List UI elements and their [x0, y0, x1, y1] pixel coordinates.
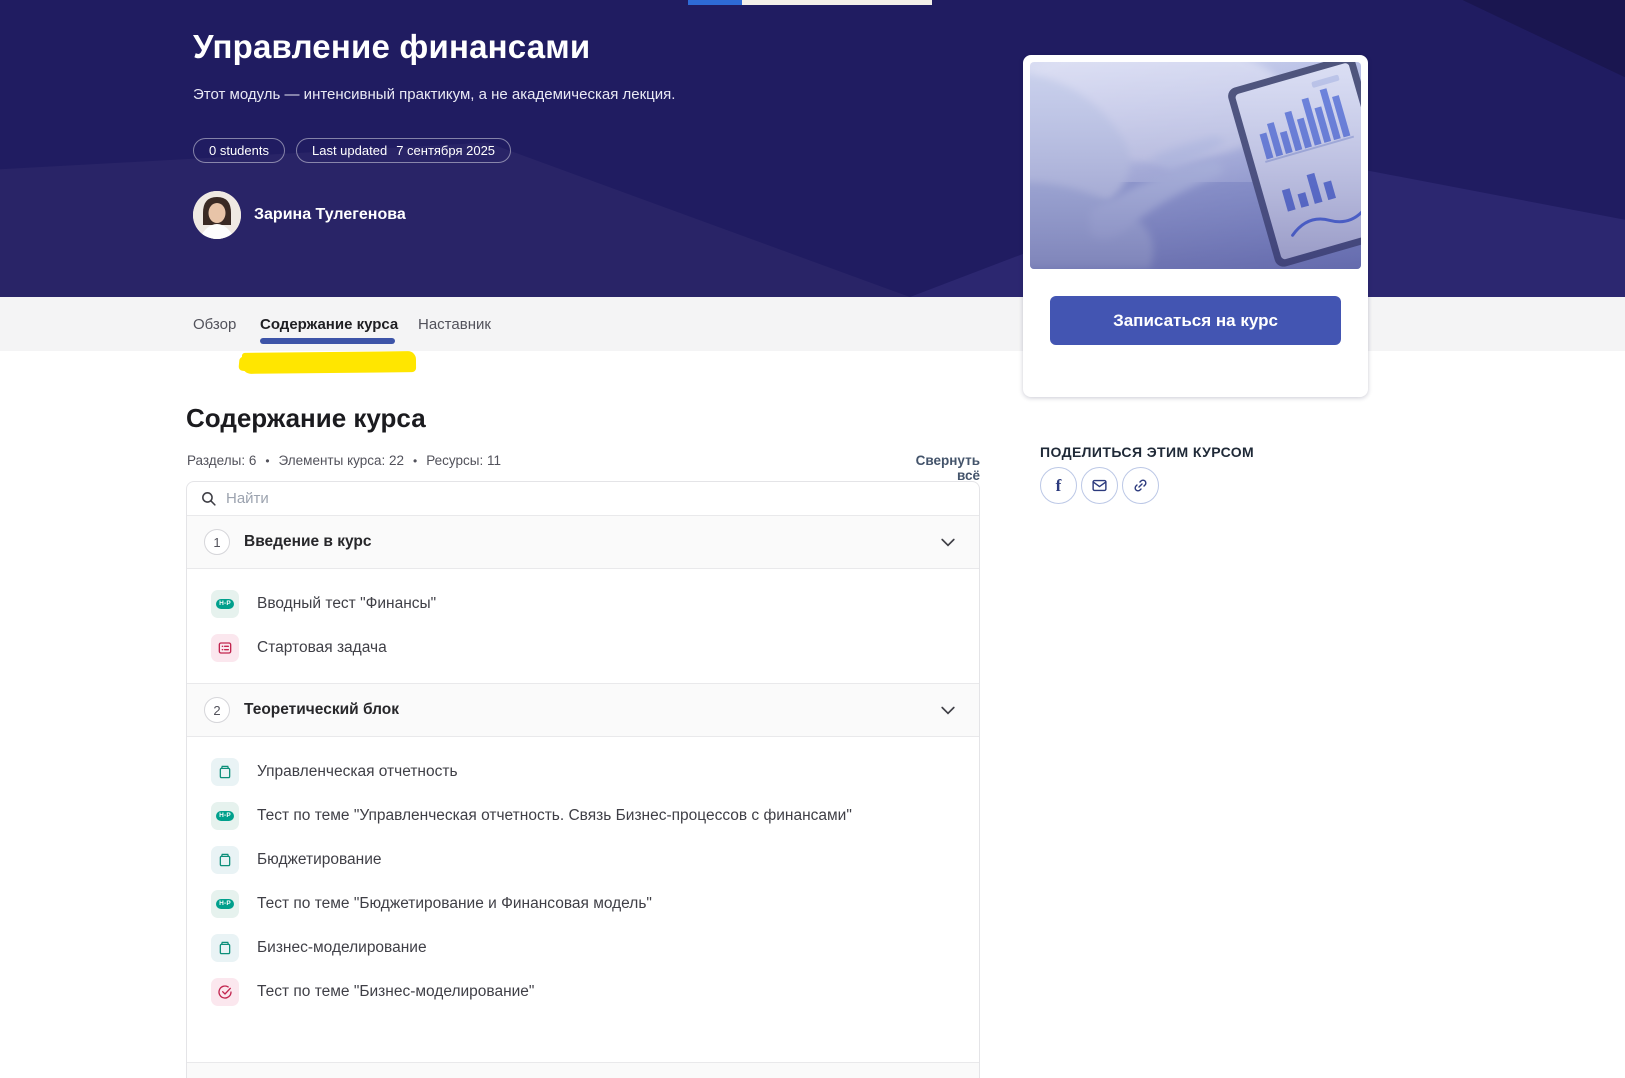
share-title: ПОДЕЛИТЬСЯ ЭТИМ КУРСОМ: [1040, 444, 1255, 460]
course-item[interactable]: Управленческая отчетность: [187, 750, 979, 794]
course-page: Управление финансами Этот модуль — интен…: [0, 0, 1625, 1078]
assignment-icon: [211, 634, 239, 662]
enroll-button[interactable]: Записаться на курс: [1050, 296, 1341, 345]
course-subtitle: Этот модуль — интенсивный практикум, а н…: [193, 86, 676, 103]
course-item-label: Вводный тест "Финансы": [257, 595, 437, 612]
email-share-button[interactable]: [1081, 467, 1118, 504]
enroll-card: Записаться на курс: [1023, 55, 1368, 397]
yellow-highlight-annotation: [241, 351, 417, 374]
share-buttons: f: [1040, 467, 1159, 504]
course-item-label: Стартовая задача: [257, 639, 387, 656]
section-title: Теоретический блок: [244, 701, 399, 718]
chevron-down-icon[interactable]: [938, 532, 958, 552]
section-number: 1: [204, 529, 230, 555]
stat-items: Элементы курса: 22: [278, 453, 405, 468]
course-title: Управление финансами: [193, 28, 591, 65]
students-badge: 0 students: [193, 138, 285, 163]
lesson-icon: [211, 758, 239, 786]
section-header-1[interactable]: 1 Введение в курс: [187, 515, 979, 569]
course-badges: 0 students Last updated 7 сентября 2025: [193, 138, 512, 163]
chevron-down-icon[interactable]: [938, 700, 958, 720]
section-title: Введение в курс: [244, 533, 372, 550]
course-item-label: Тест по теме "Управленческая отчетность.…: [257, 807, 852, 824]
section-items-2: Управленческая отчетность H-P Тест по те…: [187, 737, 979, 1062]
active-tab-underline: [260, 338, 395, 344]
section-header-2[interactable]: 2 Теоретический блок: [187, 683, 979, 737]
h5p-icon: H-P: [211, 890, 239, 918]
course-item[interactable]: Тест по теме "Бизнес-моделирование": [187, 970, 979, 1014]
course-item[interactable]: H-P Тест по теме "Управленческая отчетно…: [187, 794, 979, 838]
h5p-icon: H-P: [211, 590, 239, 618]
search-icon: [202, 492, 216, 506]
course-item[interactable]: H-P Тест по теме "Бюджетирование и Финан…: [187, 882, 979, 926]
content-heading: Содержание курса: [186, 403, 426, 433]
course-item-label: Бюджетирование: [257, 851, 382, 868]
collapse-all-button[interactable]: Свернуть всё: [897, 453, 980, 483]
course-item-label: Тест по теме "Бюджетирование и Финансова…: [257, 895, 652, 912]
course-stats: Разделы: 6 • Элементы курса: 22 • Ресурс…: [187, 453, 501, 468]
course-hero-image: [1030, 62, 1361, 269]
tab-mentor[interactable]: Наставник: [418, 297, 491, 351]
top-progress-bar-filled: [688, 0, 742, 5]
lesson-icon: [211, 846, 239, 874]
link-share-button[interactable]: [1122, 467, 1159, 504]
course-item[interactable]: Бюджетирование: [187, 838, 979, 882]
stat-sections: Разделы: 6: [187, 453, 257, 468]
course-author[interactable]: Зарина Тулегенова: [193, 191, 406, 239]
h5p-icon: H-P: [211, 802, 239, 830]
course-tabbar: Обзор Содержание курса Наставник: [0, 297, 1625, 351]
author-name: Зарина Тулегенова: [254, 206, 406, 223]
top-progress-bar-track: [742, 0, 932, 5]
section-header-3-partial[interactable]: [187, 1062, 979, 1078]
search-bar: [187, 482, 979, 515]
course-item-label: Управленческая отчетность: [257, 763, 458, 780]
hero-header: Управление финансами Этот модуль — интен…: [0, 0, 1625, 297]
link-icon: [1134, 479, 1147, 492]
course-item-label: Тест по теме "Бизнес-моделирование": [257, 983, 535, 1000]
stat-resources: Ресурсы: 11: [426, 453, 501, 468]
course-item[interactable]: H-P Вводный тест "Финансы": [187, 582, 979, 626]
course-item[interactable]: Бизнес-моделирование: [187, 926, 979, 970]
tab-overview[interactable]: Обзор: [193, 297, 236, 351]
facebook-share-button[interactable]: f: [1040, 467, 1077, 504]
section-items-1: H-P Вводный тест "Финансы" Стартовая зад…: [187, 569, 979, 683]
avatar: [193, 191, 241, 239]
email-icon: [1092, 479, 1107, 492]
section-number: 2: [204, 697, 230, 723]
last-updated-badge: Last updated 7 сентября 2025: [296, 138, 512, 163]
facebook-icon: f: [1055, 475, 1062, 495]
quiz-icon: [211, 978, 239, 1006]
course-item-label: Бизнес-моделирование: [257, 939, 427, 956]
course-content-accordion: 1 Введение в курс H-P Вводный тест "Фина…: [186, 481, 980, 1078]
search-input[interactable]: [226, 490, 966, 507]
course-item[interactable]: Стартовая задача: [187, 626, 979, 670]
lesson-icon: [211, 934, 239, 962]
